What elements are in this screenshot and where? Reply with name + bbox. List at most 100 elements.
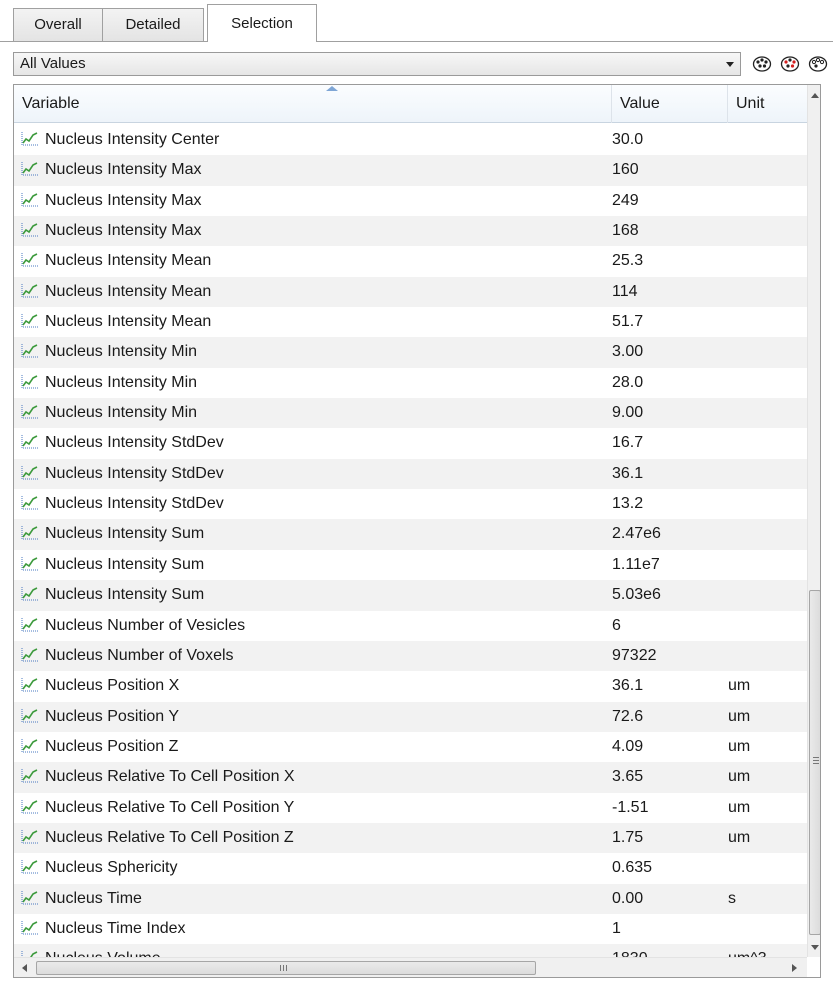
variable-cell: Nucleus Relative To Cell Position X bbox=[20, 762, 610, 792]
variable-name: Nucleus Number of Voxels bbox=[45, 646, 234, 664]
table-row[interactable]: Nucleus Position Y 72.6 um bbox=[14, 701, 807, 732]
values-filter-dropdown[interactable]: All Values bbox=[13, 52, 741, 76]
variable-cell: Nucleus Intensity Mean bbox=[20, 277, 610, 307]
variable-name: Nucleus Position Y bbox=[45, 707, 179, 725]
table-row[interactable]: Nucleus Intensity Center 30.0 bbox=[14, 125, 807, 155]
vertical-scrollbar[interactable] bbox=[807, 85, 820, 957]
horizontal-scrollbar[interactable] bbox=[14, 957, 807, 977]
variable-cell: Nucleus Intensity StdDev bbox=[20, 428, 610, 458]
color-palette-icon[interactable] bbox=[752, 54, 772, 74]
table-row[interactable]: Nucleus Intensity Sum 5.03e6 bbox=[14, 580, 807, 611]
statistics-chart-icon bbox=[21, 556, 38, 571]
table-row[interactable]: Nucleus Intensity Sum 2.47e6 bbox=[14, 519, 807, 550]
variable-name: Nucleus Intensity Mean bbox=[45, 282, 212, 300]
grid-rows: Nucleus Intensity Center 30.0 Nucleus In… bbox=[14, 125, 807, 975]
variable-name: Nucleus Number of Vesicles bbox=[45, 616, 246, 634]
statistics-chart-icon bbox=[21, 435, 38, 449]
grip-line bbox=[280, 965, 281, 971]
variable-cell: Nucleus Time Index bbox=[20, 914, 610, 944]
variable-cell: Nucleus Intensity Min bbox=[20, 368, 610, 398]
table-row[interactable]: Nucleus Time 0.00 s bbox=[14, 883, 807, 914]
table-row[interactable]: Nucleus Intensity Max 168 bbox=[14, 216, 807, 247]
scroll-right-icon[interactable] bbox=[792, 964, 797, 972]
table-row[interactable]: Nucleus Relative To Cell Position Y -1.5… bbox=[14, 793, 807, 823]
value-cell: 36.1 bbox=[612, 677, 644, 695]
grid-header: Variable Value Unit bbox=[14, 85, 807, 123]
scroll-down-icon[interactable] bbox=[811, 945, 819, 950]
statistics-chart-icon bbox=[21, 132, 38, 146]
value-cell: 9.00 bbox=[612, 404, 644, 422]
scroll-up-icon[interactable] bbox=[811, 93, 819, 98]
variable-cell: Nucleus Intensity Center bbox=[20, 125, 610, 155]
variable-name: Nucleus Intensity Max bbox=[45, 191, 202, 209]
table-row[interactable]: Nucleus Intensity StdDev 36.1 bbox=[14, 458, 807, 490]
column-header-unit[interactable]: Unit bbox=[728, 85, 807, 123]
table-row[interactable]: Nucleus Intensity Sum 1.11e7 bbox=[14, 550, 807, 580]
column-header-value[interactable]: Value bbox=[612, 85, 728, 123]
table-row[interactable]: Nucleus Intensity Min 3.00 bbox=[14, 337, 807, 368]
table-row[interactable]: Nucleus Time Index 1 bbox=[14, 914, 807, 944]
unit-cell: um bbox=[728, 737, 751, 755]
variable-cell: Nucleus Intensity Sum bbox=[20, 550, 610, 580]
table-row[interactable]: Nucleus Intensity Min 9.00 bbox=[14, 398, 807, 429]
table-row[interactable]: Nucleus Sphericity 0.635 bbox=[14, 853, 807, 883]
table-row[interactable]: Nucleus Position X 36.1 um bbox=[14, 671, 807, 701]
table-row[interactable]: Nucleus Position Z 4.09 um bbox=[14, 732, 807, 762]
statistics-chart-icon bbox=[21, 405, 38, 419]
unit-cell bbox=[728, 428, 798, 458]
variable-name: Nucleus Intensity Sum bbox=[45, 586, 205, 604]
variable-name: Nucleus Intensity StdDev bbox=[45, 434, 224, 452]
table-row[interactable]: Nucleus Intensity StdDev 13.2 bbox=[14, 489, 807, 519]
table-row[interactable]: Nucleus Number of Voxels 97322 bbox=[14, 640, 807, 672]
table-row[interactable]: Nucleus Intensity Mean 25.3 bbox=[14, 246, 807, 276]
table-row[interactable]: Nucleus Intensity Max 249 bbox=[14, 186, 807, 216]
variable-cell: Nucleus Position Y bbox=[20, 702, 610, 732]
grip-line bbox=[813, 763, 819, 764]
chevron-down-icon[interactable] bbox=[726, 62, 734, 67]
color-palette-outline-icon[interactable] bbox=[808, 54, 828, 74]
tab-overall[interactable]: Overall bbox=[13, 8, 103, 41]
tab-selection[interactable]: Selection bbox=[207, 4, 317, 42]
unit-cell: um bbox=[728, 707, 751, 725]
variable-name: Nucleus Position X bbox=[45, 677, 180, 695]
tab-detailed[interactable]: Detailed bbox=[102, 8, 204, 41]
value-cell: 168 bbox=[612, 222, 639, 240]
unit-cell bbox=[728, 216, 798, 246]
table-row[interactable]: Nucleus Intensity Max 160 bbox=[14, 155, 807, 186]
variable-cell: Nucleus Intensity Min bbox=[20, 337, 610, 367]
variable-cell: Nucleus Intensity Sum bbox=[20, 519, 610, 549]
table-row[interactable]: Nucleus Intensity Mean 51.7 bbox=[14, 307, 807, 337]
scroll-left-icon[interactable] bbox=[22, 964, 27, 972]
value-cell: 16.7 bbox=[612, 434, 644, 452]
unit-cell: um bbox=[728, 828, 751, 846]
unit-cell bbox=[728, 611, 798, 641]
table-row[interactable]: Nucleus Number of Vesicles 6 bbox=[14, 611, 807, 641]
statistics-chart-icon bbox=[21, 192, 38, 207]
vertical-scroll-thumb[interactable] bbox=[809, 590, 820, 935]
column-header-variable[interactable]: Variable bbox=[14, 85, 612, 123]
table-row[interactable]: Nucleus Intensity Min 28.0 bbox=[14, 368, 807, 398]
table-row[interactable]: Nucleus Intensity Mean 114 bbox=[14, 276, 807, 308]
variable-cell: Nucleus Intensity Sum bbox=[20, 580, 610, 610]
unit-cell bbox=[728, 459, 798, 489]
table-row[interactable]: Nucleus Intensity StdDev 16.7 bbox=[14, 428, 807, 458]
table-row[interactable]: Nucleus Relative To Cell Position X 3.65… bbox=[14, 762, 807, 793]
variable-cell: Nucleus Position X bbox=[20, 671, 610, 701]
value-cell: 3.00 bbox=[612, 343, 644, 361]
value-cell: 3.65 bbox=[612, 768, 644, 786]
variable-name: Nucleus Relative To Cell Position Y bbox=[45, 798, 295, 816]
variable-cell: Nucleus Number of Voxels bbox=[20, 641, 610, 671]
unit-cell bbox=[728, 186, 798, 216]
unit-cell bbox=[728, 641, 798, 671]
tab-bar: Overall Detailed Selection bbox=[0, 0, 833, 42]
value-cell: 1 bbox=[612, 919, 621, 937]
unit-cell: um bbox=[728, 798, 751, 816]
horizontal-scroll-thumb[interactable] bbox=[36, 961, 536, 975]
unit-cell: um bbox=[728, 677, 751, 695]
unit-cell bbox=[728, 125, 798, 155]
variable-name: Nucleus Relative To Cell Position X bbox=[45, 768, 295, 786]
color-palette-red-icon[interactable] bbox=[780, 54, 800, 74]
value-cell: 4.09 bbox=[612, 737, 644, 755]
table-row[interactable]: Nucleus Relative To Cell Position Z 1.75… bbox=[14, 822, 807, 854]
variable-name: Nucleus Intensity Min bbox=[45, 404, 198, 422]
